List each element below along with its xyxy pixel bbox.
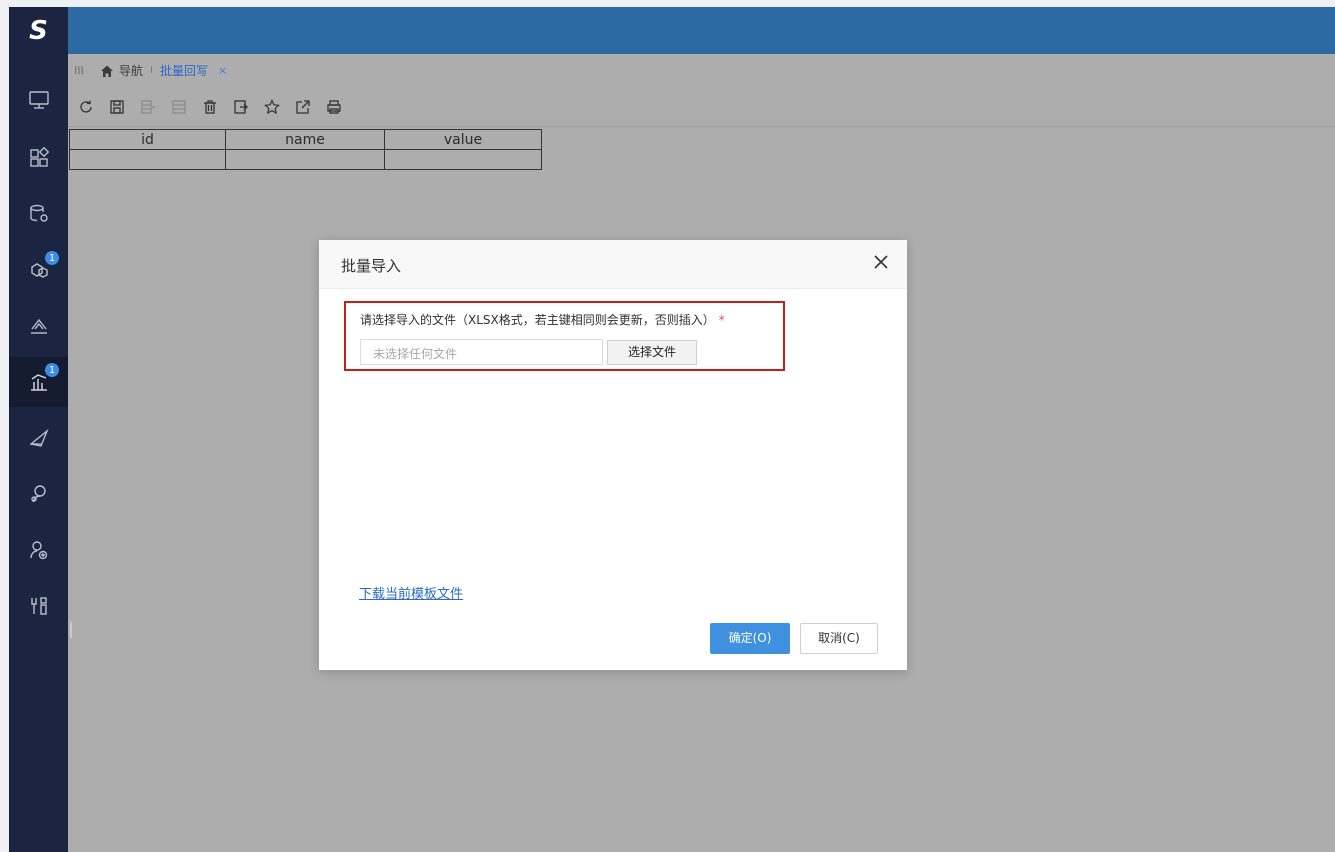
table-row xyxy=(69,149,542,170)
user-settings-icon xyxy=(30,485,46,503)
sidebar-item-cubes[interactable]: 1 xyxy=(9,245,68,295)
tab-close-icon[interactable]: × xyxy=(218,64,227,77)
favorite-button[interactable] xyxy=(264,98,280,115)
column-header-id[interactable]: id xyxy=(69,129,226,150)
file-field-highlight: 请选择导入的文件（XLSX格式，若主键相同则会更新，否则插入） * 未选择任何文件… xyxy=(344,301,785,371)
send-icon xyxy=(28,428,49,447)
top-header-bar xyxy=(9,7,1335,54)
import-icon xyxy=(234,99,248,114)
tools-icon xyxy=(30,597,47,615)
home-icon[interactable] xyxy=(100,64,114,78)
export-icon xyxy=(296,99,310,114)
tab-bar: III 导航 I 批量回写 × xyxy=(68,54,1335,87)
file-name-input[interactable]: 未选择任何文件 xyxy=(360,339,603,365)
sidebar-item-layers[interactable] xyxy=(9,301,68,351)
file-field-label-text: 请选择导入的文件（XLSX格式，若主键相同则会更新，否则插入） xyxy=(360,313,715,327)
delete-row-icon xyxy=(172,99,186,114)
print-button[interactable] xyxy=(326,99,342,115)
layers-chart-icon xyxy=(30,318,47,334)
delete-row-button[interactable] xyxy=(171,99,187,115)
sidebar-item-monitor[interactable] xyxy=(9,75,68,125)
notification-badge: 1 xyxy=(45,363,59,377)
refresh-icon xyxy=(80,100,92,113)
file-field-label: 请选择导入的文件（XLSX格式，若主键相同则会更新，否则插入） * xyxy=(360,311,725,328)
resize-handle[interactable] xyxy=(70,622,72,638)
sidebar-item-user-add[interactable] xyxy=(9,525,68,575)
apps-grid-icon xyxy=(29,147,49,167)
export-button[interactable] xyxy=(295,99,311,115)
favorite-star-icon xyxy=(264,98,280,114)
batch-import-dialog: 批量导入 请选择导入的文件（XLSX格式，若主键相同则会更新，否则插入） * 未选… xyxy=(319,240,907,670)
close-icon[interactable] xyxy=(873,254,889,270)
ok-button[interactable]: 确定(O) xyxy=(710,623,790,654)
grid-cell[interactable] xyxy=(384,149,542,170)
choose-file-button[interactable]: 选择文件 xyxy=(607,340,697,365)
app-window: S 1 1 III 导航 I 批量回写 × id name value 批量导入… xyxy=(9,7,1335,852)
dialog-header: 批量导入 xyxy=(319,240,907,289)
notification-badge: 1 xyxy=(45,251,59,265)
sidebar-item-apps[interactable] xyxy=(9,133,68,183)
database-settings-icon xyxy=(29,204,48,222)
sidebar-item-bar-chart[interactable]: 1 xyxy=(9,357,68,407)
sidebar-item-database[interactable] xyxy=(9,189,68,239)
sidebar-item-user-settings[interactable] xyxy=(9,469,68,519)
trash-icon xyxy=(204,99,216,114)
save-button[interactable] xyxy=(109,99,125,115)
sidebar: S 1 1 xyxy=(9,7,68,852)
column-header-value[interactable]: value xyxy=(384,129,542,150)
save-icon xyxy=(110,99,124,114)
user-add-icon xyxy=(29,541,47,560)
tab-separator: I xyxy=(150,65,153,76)
grid-header-row: id name value xyxy=(69,129,542,150)
grid-cell[interactable] xyxy=(225,149,385,170)
sidebar-item-send[interactable] xyxy=(9,413,68,463)
sidebar-item-tools[interactable] xyxy=(9,581,68,631)
print-icon xyxy=(327,99,341,114)
data-grid: id name value xyxy=(69,129,542,170)
monitor-icon xyxy=(28,91,49,109)
toolbar xyxy=(68,87,1335,127)
refresh-button[interactable] xyxy=(78,99,94,115)
app-logo[interactable]: S xyxy=(9,7,68,54)
delete-button[interactable] xyxy=(202,99,218,115)
column-header-name[interactable]: name xyxy=(225,129,385,150)
import-button[interactable] xyxy=(233,99,249,115)
dialog-title: 批量导入 xyxy=(341,257,402,275)
insert-row-icon xyxy=(141,99,155,114)
tab-batch-writeback[interactable]: 批量回写 xyxy=(160,62,208,79)
insert-row-button[interactable] xyxy=(140,99,156,115)
cancel-button[interactable]: 取消(C) xyxy=(800,623,878,654)
required-mark: * xyxy=(718,313,725,327)
menu-toggle-icon[interactable]: III xyxy=(74,64,86,77)
tab-navigation[interactable]: 导航 xyxy=(119,62,143,79)
grid-cell[interactable] xyxy=(69,149,226,170)
download-template-link[interactable]: 下载当前模板文件 xyxy=(359,583,463,602)
